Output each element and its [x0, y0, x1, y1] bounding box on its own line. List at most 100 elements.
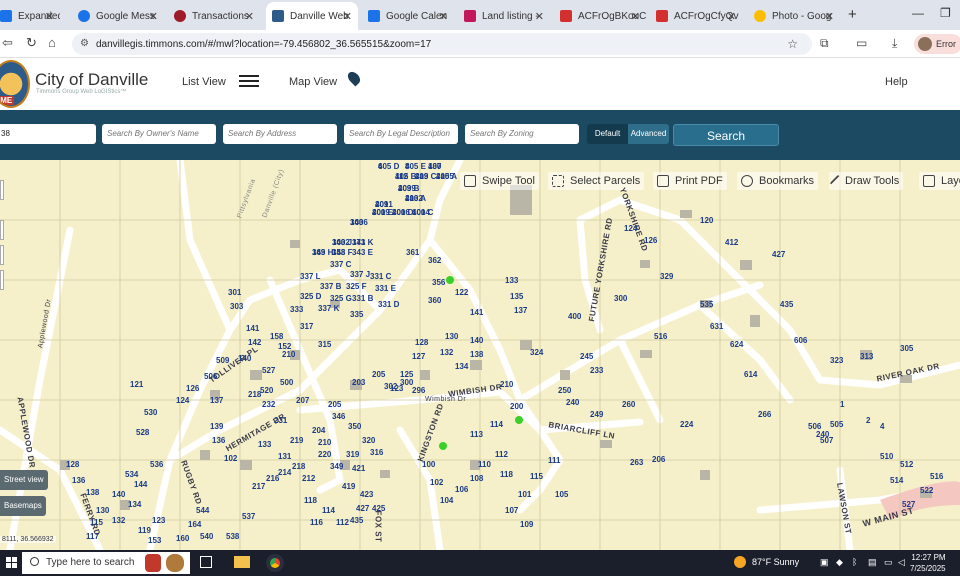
map-point-marker[interactable]: [439, 442, 447, 450]
zoom-out-button[interactable]: [0, 220, 4, 240]
task-view-icon[interactable]: [200, 556, 212, 568]
lot-number-label: 171: [352, 238, 366, 247]
download-icon[interactable]: ⤓: [892, 36, 897, 51]
select-parcels-button[interactable]: Select Parcels: [548, 172, 645, 190]
tab-danville-web[interactable]: Danville Web ✕: [266, 2, 358, 30]
street-view-button[interactable]: Street view: [0, 470, 48, 490]
lot-number-label: 113: [470, 430, 483, 439]
close-icon[interactable]: ✕: [631, 10, 640, 23]
windows-start-icon[interactable]: [6, 557, 18, 569]
close-icon[interactable]: ✕: [825, 10, 834, 23]
parcel-search-input[interactable]: [0, 124, 96, 144]
back-icon[interactable]: ⇦: [2, 35, 13, 51]
lot-number-label: 207: [296, 396, 310, 405]
default-mode-button[interactable]: Default: [587, 124, 628, 144]
lot-number-label: 350: [348, 422, 362, 431]
tab-google-calendar[interactable]: Google Calen ✕: [362, 4, 454, 28]
map-view-link[interactable]: Map View: [289, 76, 337, 88]
address-bar[interactable]: ⚙ danvillegis.timmons.com/#/mwl?location…: [72, 33, 812, 55]
tab-pdf-2[interactable]: ACFrOgCfyQv ✕: [650, 4, 742, 28]
lot-number-label: 400: [568, 312, 582, 321]
reload-icon[interactable]: ↻: [26, 35, 37, 51]
close-icon[interactable]: ✕: [343, 10, 352, 23]
lot-number-label: 317: [300, 322, 314, 331]
lot-number-label: 537: [242, 512, 256, 521]
city-logo[interactable]: OME: [0, 60, 30, 108]
new-tab-icon[interactable]: +: [848, 6, 857, 23]
widget-icon[interactable]: [166, 554, 184, 572]
lot-number-label: 214: [278, 468, 292, 477]
lot-number-label: 266: [758, 410, 772, 419]
draw-tools-button[interactable]: Draw Tools: [829, 172, 904, 190]
minimize-icon[interactable]: —: [912, 6, 924, 20]
close-icon[interactable]: ✕: [439, 10, 448, 23]
bookmark-star-icon[interactable]: ☆: [787, 37, 798, 51]
lot-number-label: 544: [196, 506, 210, 515]
tab-transactions[interactable]: Transactions ✕: [168, 4, 260, 28]
site-settings-icon[interactable]: ⚙: [80, 38, 89, 49]
dropbox-icon[interactable]: ◆: [836, 557, 843, 568]
vendor-subtitle: Timmons Group Web LoGIStics™: [36, 89, 127, 95]
help-link[interactable]: Help: [885, 76, 908, 88]
tab-google-messages[interactable]: Google Mess ✕: [72, 4, 164, 28]
browser-tab-strip: Expanded Vie✕ Google Mess✕ Transactions✕…: [0, 0, 960, 30]
lot-number-label: 204: [312, 426, 326, 435]
layers-button[interactable]: Laye: [919, 172, 960, 190]
bluetooth-icon[interactable]: ᛒ: [852, 557, 857, 567]
parcel-map[interactable]: Swipe Tool Select Parcels Print PDF Book…: [0, 160, 960, 550]
basemaps-button[interactable]: Basemaps: [0, 496, 46, 516]
weather-widget[interactable]: 87°F Sunny: [734, 556, 799, 568]
map-pin-icon[interactable]: [345, 69, 363, 87]
print-pdf-button[interactable]: Print PDF: [653, 172, 727, 190]
swipe-tool-button[interactable]: Swipe Tool: [460, 172, 539, 190]
tab-expanded-view[interactable]: Expanded Vie✕: [0, 4, 60, 28]
lot-number-label: 319: [346, 450, 360, 459]
lot-number-label: 4: [880, 422, 885, 431]
list-icon[interactable]: [239, 75, 259, 89]
volume-icon[interactable]: ◁: [898, 557, 905, 568]
list-view-link[interactable]: List View: [182, 76, 226, 88]
close-icon[interactable]: ✕: [45, 10, 54, 23]
close-icon[interactable]: ✕: [727, 10, 736, 23]
owner-search-input[interactable]: [102, 124, 216, 144]
file-explorer-icon[interactable]: [234, 556, 250, 568]
extensions-icon[interactable]: ⧉: [820, 36, 829, 51]
profile-error-button[interactable]: Error: [914, 34, 960, 54]
home-extent-button[interactable]: [0, 245, 4, 265]
taskbar-search-input[interactable]: Type here to search: [22, 552, 190, 574]
map-point-marker[interactable]: [515, 416, 523, 424]
address-search-input[interactable]: [223, 124, 337, 144]
close-icon[interactable]: ✕: [149, 10, 158, 23]
system-clock[interactable]: 12:27 PM 7/25/2025: [910, 552, 946, 574]
cast-icon[interactable]: ▭: [856, 36, 867, 50]
building: [560, 370, 570, 380]
tab-google-photos[interactable]: Photo - Goog ✕: [748, 4, 840, 28]
lot-number-label: 349: [330, 462, 344, 471]
lot-number-label: 217: [252, 482, 266, 491]
lot-number-label: 516: [654, 332, 668, 341]
home-icon[interactable]: ⌂: [48, 35, 56, 50]
zoning-search-input[interactable]: [465, 124, 579, 144]
tab-pdf-1[interactable]: ACFrOgBKouC ✕: [554, 4, 646, 28]
search-button[interactable]: Search: [673, 124, 779, 146]
lot-number-label: 2099: [398, 184, 416, 193]
advanced-mode-button[interactable]: Advanced: [628, 124, 669, 144]
map-point-marker[interactable]: [446, 276, 454, 284]
restore-icon[interactable]: ❐: [940, 6, 951, 20]
lot-number-label: 109: [520, 520, 534, 529]
building: [200, 450, 210, 460]
close-icon[interactable]: ✕: [245, 10, 254, 23]
network-icon[interactable]: ▤: [868, 557, 877, 568]
display-icon[interactable]: ▭: [884, 557, 893, 568]
lot-number-label: 205: [328, 400, 342, 409]
bookmarks-button[interactable]: Bookmarks: [737, 172, 819, 190]
tray-icon[interactable]: ▣: [820, 557, 829, 568]
legal-description-search-input[interactable]: [344, 124, 458, 144]
close-icon[interactable]: ✕: [535, 10, 544, 23]
zoom-in-button[interactable]: [0, 180, 4, 200]
tab-land-listing[interactable]: Land listing - ✕: [458, 4, 550, 28]
widget-icon[interactable]: [145, 554, 161, 572]
lot-number-label: 362: [428, 256, 442, 265]
locate-button[interactable]: [0, 270, 4, 290]
chrome-icon[interactable]: [266, 554, 284, 572]
